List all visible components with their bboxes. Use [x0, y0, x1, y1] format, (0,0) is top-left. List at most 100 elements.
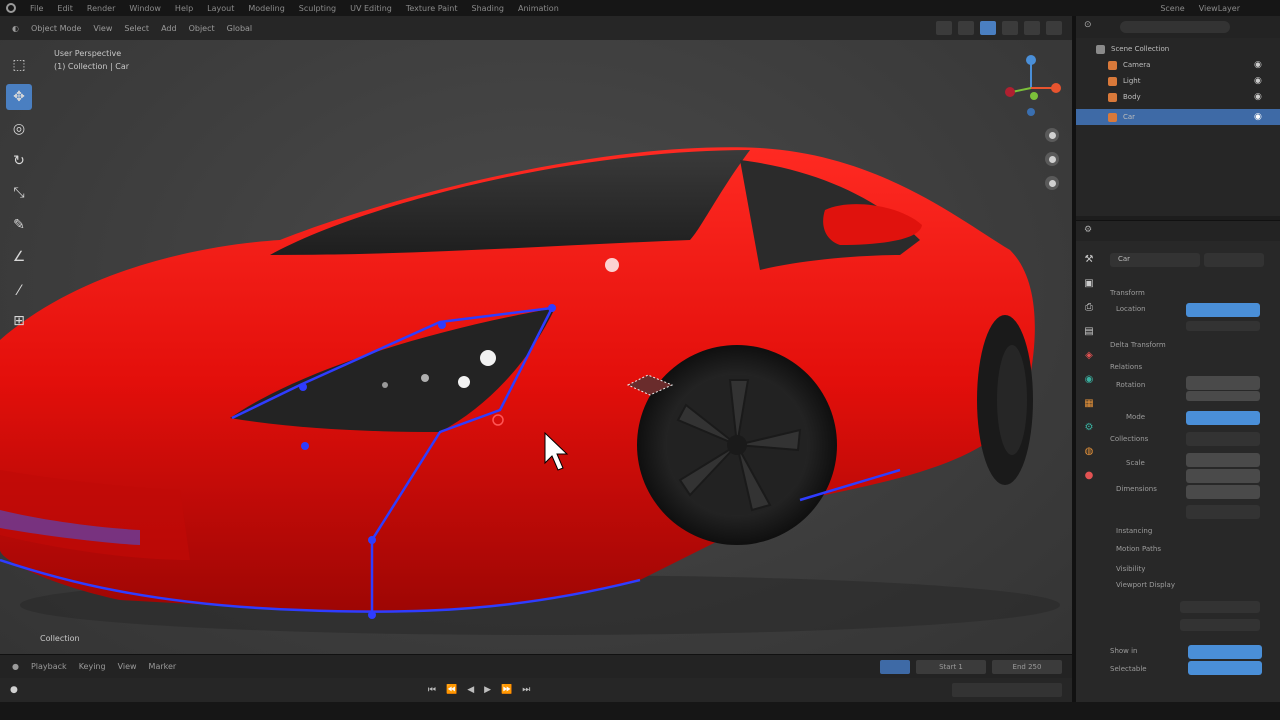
- section-visibility[interactable]: Visibility: [1116, 565, 1145, 573]
- menu-file[interactable]: File: [30, 4, 43, 13]
- pan-icon[interactable]: [1045, 152, 1059, 166]
- timeline-editor-icon[interactable]: ●: [12, 662, 19, 671]
- menu-render[interactable]: Render: [87, 4, 115, 13]
- timeline-view-menu[interactable]: View: [118, 662, 137, 671]
- menu-window[interactable]: Window: [129, 4, 161, 13]
- outliner-item-car[interactable]: Car: [1076, 109, 1280, 125]
- location-field[interactable]: [1186, 303, 1260, 317]
- section-delta-transform[interactable]: Delta Transform: [1110, 341, 1166, 349]
- object-mode-dropdown[interactable]: Object Mode: [31, 24, 81, 33]
- select-menu[interactable]: Select: [124, 24, 149, 33]
- rotate-tool-icon[interactable]: ↻: [6, 148, 32, 174]
- play-reverse-icon[interactable]: ◀: [467, 685, 474, 695]
- scale-y-field[interactable]: [1186, 469, 1260, 483]
- cursor-tool-icon[interactable]: ✥: [6, 84, 32, 110]
- keying-menu[interactable]: Keying: [79, 662, 106, 671]
- camera-view-icon[interactable]: [1045, 176, 1059, 190]
- section-instancing[interactable]: Instancing: [1116, 527, 1152, 535]
- show-in-field[interactable]: [1188, 645, 1262, 659]
- object-menu[interactable]: Object: [189, 24, 215, 33]
- add-menu[interactable]: Add: [161, 24, 177, 33]
- zoom-icon[interactable]: [1045, 128, 1059, 142]
- object-tab-icon[interactable]: ▦: [1082, 396, 1096, 410]
- world-tab-icon[interactable]: ◉: [1082, 372, 1096, 386]
- car-model[interactable]: [0, 40, 1072, 654]
- mode-field[interactable]: [1186, 411, 1260, 425]
- physics-tab-icon[interactable]: ◍: [1082, 444, 1096, 458]
- modifier-tab-icon[interactable]: ⚙: [1082, 420, 1096, 434]
- outliner-search-input[interactable]: [1120, 21, 1230, 33]
- render-tab-icon[interactable]: ▣: [1082, 276, 1096, 290]
- jump-start-icon[interactable]: ⏮: [428, 685, 436, 695]
- object-data-field[interactable]: [1204, 253, 1264, 267]
- rotation-field[interactable]: [1186, 376, 1260, 390]
- jump-end-icon[interactable]: ⏭: [522, 685, 530, 695]
- scale-tool-icon[interactable]: ⤡: [6, 180, 32, 206]
- step-back-icon[interactable]: ⏪: [446, 685, 457, 695]
- tool-tab-icon[interactable]: ⚒: [1082, 252, 1096, 266]
- material-preview-button[interactable]: [1002, 21, 1018, 35]
- section-transform[interactable]: Transform: [1110, 289, 1145, 297]
- transform-orientation-dropdown[interactable]: Global: [227, 24, 253, 33]
- visibility-eye-icon[interactable]: ◉: [1254, 92, 1262, 102]
- visibility-eye-icon[interactable]: ◉: [1254, 112, 1262, 122]
- scene-tab-icon[interactable]: ◈: [1082, 348, 1096, 362]
- output-tab-icon[interactable]: ⎙: [1082, 300, 1096, 314]
- workspace-tab-sculpting[interactable]: Sculpting: [299, 4, 336, 13]
- workspace-tab-modeling[interactable]: Modeling: [248, 4, 284, 13]
- menu-edit[interactable]: Edit: [57, 4, 73, 13]
- scene-selector[interactable]: Scene: [1160, 4, 1184, 13]
- dimensions-field[interactable]: [1186, 485, 1260, 499]
- scale-field[interactable]: [1186, 453, 1260, 467]
- workspace-tab-texture-paint[interactable]: Texture Paint: [406, 4, 458, 13]
- view-layer-tab-icon[interactable]: ▤: [1082, 324, 1096, 338]
- outliner-item-body[interactable]: Body: [1076, 89, 1280, 105]
- play-icon[interactable]: ▶: [484, 685, 491, 695]
- menu-help[interactable]: Help: [175, 4, 193, 13]
- playback-menu[interactable]: Playback: [31, 662, 67, 671]
- keyframe-toggle-button[interactable]: [880, 659, 910, 674]
- xray-toggle-button[interactable]: [958, 21, 974, 35]
- workspace-tab-uv-editing[interactable]: UV Editing: [350, 4, 392, 13]
- select-box-icon[interactable]: ⬚: [6, 52, 32, 78]
- solid-shading-button[interactable]: [980, 21, 996, 35]
- measure-tool-icon[interactable]: ⁄: [6, 278, 32, 304]
- rendered-shading-button[interactable]: [1024, 21, 1040, 35]
- section-motion-paths[interactable]: Motion Paths: [1116, 545, 1161, 553]
- section-collections[interactable]: Collections: [1110, 435, 1148, 443]
- outliner-item-scene-collection[interactable]: Scene Collection: [1076, 41, 1280, 57]
- section-viewport-display[interactable]: Viewport Display: [1116, 581, 1175, 589]
- outliner-editor-icon[interactable]: ⊙: [1084, 20, 1092, 30]
- marker-menu[interactable]: Marker: [149, 662, 177, 671]
- viewport-overlay-button[interactable]: [936, 21, 952, 35]
- move-tool-icon[interactable]: ◎: [6, 116, 32, 142]
- frame-start-field[interactable]: Start 1: [916, 659, 986, 674]
- workspace-tab-shading[interactable]: Shading: [471, 4, 504, 13]
- transform-tool-icon[interactable]: ✎: [6, 212, 32, 238]
- dimensions-z-field[interactable]: [1186, 505, 1260, 519]
- axis-gizmo-icon[interactable]: [998, 52, 1064, 122]
- add-cube-tool-icon[interactable]: ⊞: [6, 308, 32, 334]
- outliner-item-camera[interactable]: Camera: [1076, 57, 1280, 73]
- app-logo-icon[interactable]: [6, 3, 16, 13]
- section-relations[interactable]: Relations: [1110, 363, 1142, 371]
- 3d-viewport[interactable]: [0, 40, 1072, 654]
- step-forward-icon[interactable]: ⏩: [501, 685, 512, 695]
- collection-dropdown[interactable]: [1186, 432, 1260, 446]
- record-icon[interactable]: ●: [10, 685, 18, 695]
- frame-end-field[interactable]: End 250: [992, 659, 1062, 674]
- display-as-dropdown[interactable]: [1180, 601, 1260, 613]
- current-frame-field[interactable]: [952, 683, 1062, 697]
- editor-type-icon[interactable]: ◐: [12, 24, 19, 33]
- annotate-tool-icon[interactable]: ∠: [6, 244, 32, 270]
- visibility-eye-icon[interactable]: ◉: [1254, 76, 1262, 86]
- workspace-tab-animation[interactable]: Animation: [518, 4, 559, 13]
- outliner-item-light[interactable]: Light: [1076, 73, 1280, 89]
- material-tab-icon[interactable]: ●: [1082, 468, 1096, 482]
- selectable-field[interactable]: [1188, 661, 1262, 675]
- rotation-y-field[interactable]: [1186, 391, 1260, 401]
- view-menu[interactable]: View: [93, 24, 112, 33]
- location-y-field[interactable]: [1186, 321, 1260, 331]
- visibility-eye-icon[interactable]: ◉: [1254, 60, 1262, 70]
- display-color-field[interactable]: [1180, 619, 1260, 631]
